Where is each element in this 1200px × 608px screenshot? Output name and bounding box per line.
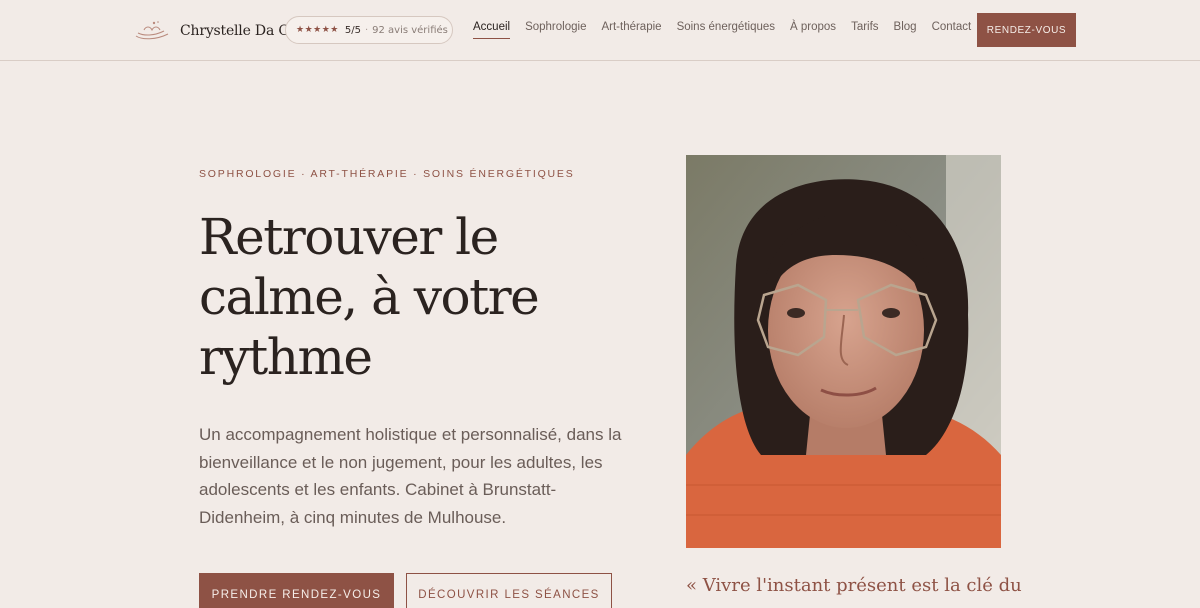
nav-item-blog[interactable]: Blog: [894, 21, 917, 39]
nav-item-sophrologie[interactable]: Sophrologie: [525, 21, 586, 39]
brand-name: Chrystelle Da Co: [180, 23, 298, 39]
nav-item-art-therapie[interactable]: Art-thérapie: [601, 21, 661, 39]
site-header: Chrystelle Da Co ★★★★★ 5/5 · 92 avis vér…: [0, 0, 1200, 61]
book-appointment-button[interactable]: PRENDRE RENDEZ-VOUS: [199, 573, 394, 608]
hero-description: Un accompagnement holistique et personna…: [199, 425, 622, 527]
rating-badge[interactable]: ★★★★★ 5/5 · 92 avis vérifiés: [285, 16, 453, 44]
brand[interactable]: Chrystelle Da Co: [132, 17, 297, 45]
main-nav: Accueil Sophrologie Art-thérapie Soins é…: [473, 21, 986, 39]
rating-score: 5/5: [344, 24, 361, 36]
portrait-photo: [686, 155, 1001, 548]
portrait-illustration: [686, 155, 1001, 548]
discover-sessions-button[interactable]: DÉCOUVRIR LES SÉANCES: [406, 573, 612, 608]
nav-item-a-propos[interactable]: À propos: [790, 21, 836, 39]
hero-title: Retrouver le calme, à votre rythme: [199, 208, 540, 386]
header-rendez-vous-button[interactable]: RENDEZ-VOUS: [977, 13, 1076, 47]
review-count: 92 avis vérifiés: [372, 24, 448, 36]
lotus-hand-logo-icon: [135, 21, 169, 40]
nav-item-accueil[interactable]: Accueil: [473, 21, 511, 39]
nav-item-contact[interactable]: Contact: [932, 21, 972, 39]
portrait-quote: « Vivre l'instant présent est la clé du: [686, 575, 1022, 596]
rating-separator: ·: [364, 24, 369, 36]
hero-eyebrow: SOPHROLOGIE · ART-THÉRAPIE · SOINS ÉNERG…: [199, 168, 575, 180]
nav-item-tarifs[interactable]: Tarifs: [851, 21, 878, 39]
nav-item-soins-energetiques[interactable]: Soins énergétiques: [677, 21, 775, 39]
star-rating-icon: ★★★★★: [296, 25, 339, 35]
